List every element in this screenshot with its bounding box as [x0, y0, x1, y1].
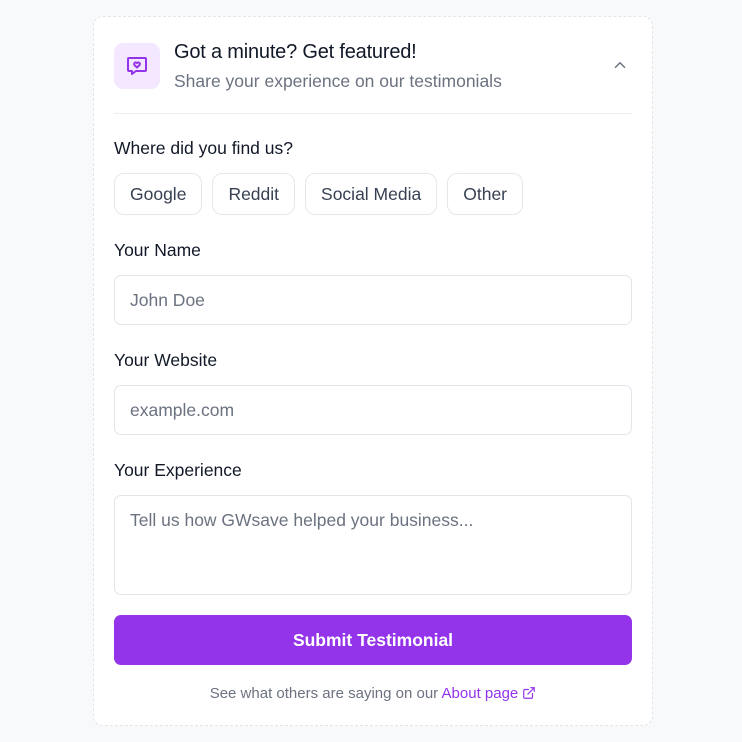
about-page-link[interactable]: About page — [442, 685, 537, 702]
card-header: Got a minute? Get featured! Share your e… — [114, 17, 632, 114]
external-link-icon — [523, 687, 536, 699]
card-subtitle: Share your experience on our testimonial… — [174, 71, 502, 91]
name-label: Your Name — [114, 240, 201, 260]
collapse-button[interactable] — [608, 53, 632, 77]
experience-textarea[interactable] — [114, 495, 632, 595]
about-page-link-label: About page — [441, 685, 519, 702]
message-heart-icon — [114, 43, 160, 89]
source-option-social-media[interactable]: Social Media — [305, 173, 438, 215]
source-option-google[interactable]: Google — [114, 173, 203, 215]
website-label: Your Website — [114, 350, 218, 370]
website-input[interactable] — [114, 385, 632, 435]
chevron-up-icon — [614, 62, 626, 68]
card-title: Got a minute? Get featured! — [174, 41, 417, 63]
footer-text: See what others are saying on our — [209, 685, 439, 702]
source-options: Google Reddit Social Media Other — [114, 173, 524, 215]
experience-label: Your Experience — [114, 460, 242, 480]
testimonial-card: Got a minute? Get featured! Share your e… — [93, 16, 653, 726]
source-option-other[interactable]: Other — [447, 173, 524, 215]
source-label: Where did you find us? — [114, 138, 293, 158]
submit-testimonial-button[interactable]: Submit Testimonial — [114, 615, 632, 665]
footer-note: See what others are saying on our About … — [94, 685, 652, 702]
name-input[interactable] — [114, 275, 632, 325]
source-option-reddit[interactable]: Reddit — [212, 173, 296, 215]
